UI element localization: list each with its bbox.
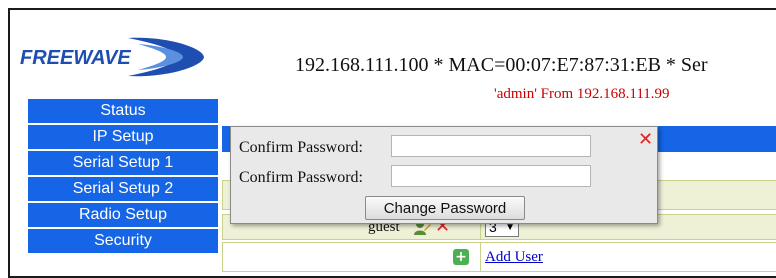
logo-text: FREEWAVE — [20, 47, 131, 69]
close-icon[interactable]: ✕ — [638, 129, 653, 150]
login-info-line: 'admin' From 192.168.111.99 — [494, 86, 670, 102]
sidebar-item-status[interactable]: Status — [28, 99, 218, 123]
sidebar-item-radio-setup[interactable]: Radio Setup — [28, 203, 218, 227]
sidebar-nav: Status IP Setup Serial Setup 1 Serial Se… — [28, 99, 218, 255]
add-user-link[interactable]: Add User — [485, 249, 543, 266]
change-password-button[interactable]: Change Password — [365, 196, 525, 220]
add-icon[interactable]: + — [453, 249, 469, 265]
sidebar-item-security[interactable]: Security — [28, 229, 218, 253]
freewave-logo: FREEWAVE — [20, 37, 204, 77]
add-user-row: + Add User — [222, 242, 776, 272]
page-frame: FREEWAVE 192.168.111.100 * MAC=00:07:E7:… — [8, 8, 776, 278]
sidebar-item-serial-setup-2[interactable]: Serial Setup 2 — [28, 177, 218, 201]
confirm-password-input-2[interactable] — [391, 165, 591, 187]
confirm-password-label-1: Confirm Password: — [239, 139, 363, 156]
confirm-password-label-2: Confirm Password: — [239, 169, 363, 186]
change-password-dialog: Confirm Password: Confirm Password: ✕ Ch… — [230, 126, 658, 224]
sidebar-item-serial-setup-1[interactable]: Serial Setup 1 — [28, 151, 218, 175]
confirm-password-input-1[interactable] — [391, 135, 591, 157]
sidebar-item-ip-setup[interactable]: IP Setup — [28, 125, 218, 149]
cell-divider — [480, 243, 481, 271]
device-info-line: 192.168.111.100 * MAC=00:07:E7:87:31:EB … — [295, 54, 708, 76]
